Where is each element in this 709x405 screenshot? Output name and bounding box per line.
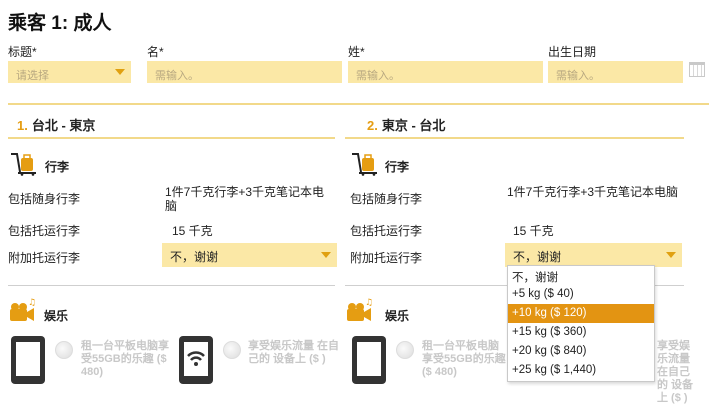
chevron-down-icon [321, 252, 331, 258]
segment-1-baggage-title: 行李 [45, 160, 70, 174]
passenger-title: 乘客 1: 成人 [8, 13, 112, 34]
tablet-icon [11, 336, 45, 384]
segment-2-extra-baggage-select[interactable]: 不，谢谢 [505, 243, 682, 267]
dropdown-option[interactable]: +5 kg ($ 40) [508, 285, 654, 304]
segment-2-extra-value: 不，谢谢 [513, 250, 562, 264]
extra-baggage-dropdown-list[interactable]: 不，谢谢 +5 kg ($ 40) +10 kg ($ 120) +15 kg … [507, 265, 655, 382]
calendar-icon[interactable] [689, 62, 705, 77]
segment-2-extra-label: 附加托运行李 [350, 251, 423, 265]
last-name-input[interactable]: 需输入。 [348, 61, 543, 83]
segment-1-title: 1. 台北 - 東京 [17, 115, 95, 134]
luggage-icon [11, 153, 36, 176]
segment-2-stream-text: 享受娱乐流量 在自己的 设备上 ($ ) [657, 340, 694, 404]
segment-1-route: 台北 - 東京 [31, 118, 96, 133]
segment-2-carry-on-value: 1件7千克行李+3千克笔记本电脑 [507, 185, 679, 199]
segment-1-separator [8, 285, 335, 286]
title-select-placeholder: 请选择 [16, 70, 49, 82]
segment-1-checked-value: 15 千克 [172, 224, 213, 238]
segment-1-carry-on-value: 1件7千克行李+3千克笔记本电脑 [165, 185, 325, 213]
segment-2-checked-value: 15 千克 [513, 224, 554, 238]
last-name-placeholder: 需输入。 [356, 70, 400, 82]
segment-1-number: 1. [17, 118, 28, 133]
dropdown-option[interactable]: +20 kg ($ 840) [508, 342, 654, 361]
segment-1-checked-label: 包括托运行李 [8, 224, 81, 238]
first-name-label: 名* [147, 45, 164, 59]
segment-1-entertainment-title: 娱乐 [44, 309, 69, 323]
chevron-down-icon [115, 69, 125, 75]
dropdown-option[interactable]: +25 kg ($ 1,440) [508, 361, 654, 380]
segment-2-rent-tablet-text: 租一台平板电脑享受55GB的乐趣 ($ 480) [422, 340, 506, 378]
tablet-icon [352, 336, 386, 384]
segment-2-route: 東京 - 台北 [381, 118, 446, 133]
segment-2-baggage-title: 行李 [385, 160, 410, 174]
segment-2-title: 2. 東京 - 台北 [367, 115, 445, 134]
segment-1-stream-text: 享受娱乐流量 在自己的 设备上 ($ ) [248, 340, 340, 365]
last-name-label: 姓* [348, 45, 365, 59]
dob-input[interactable]: 需输入。 [548, 61, 683, 83]
first-name-input[interactable]: 需输入。 [147, 61, 342, 83]
segment-2-checked-label: 包括托运行李 [350, 224, 423, 238]
dropdown-option[interactable]: +15 kg ($ 360) [508, 323, 654, 342]
music-camera-icon: ♫ [347, 298, 373, 321]
dob-placeholder: 需输入。 [556, 70, 600, 82]
segment-2-underline [345, 137, 684, 139]
segment-1-rent-tablet-text: 租一台平板电脑享受55GB的乐趣 ($ 480) [81, 340, 169, 378]
first-name-placeholder: 需输入。 [155, 70, 199, 82]
segment-1-stream-radio[interactable] [223, 341, 241, 359]
segment-1-extra-baggage-select[interactable]: 不，谢谢 [162, 243, 337, 267]
svg-text:♫: ♫ [28, 298, 36, 308]
segment-2-carry-on-label: 包括随身行李 [350, 192, 423, 206]
dob-label: 出生日期 [548, 45, 597, 59]
segment-1-rent-tablet-radio[interactable] [55, 341, 73, 359]
segment-1-carry-on-label: 包括随身行李 [8, 192, 81, 206]
music-camera-icon: ♫ [10, 298, 36, 321]
segment-2-entertainment-title: 娱乐 [385, 309, 410, 323]
svg-text:♫: ♫ [365, 298, 373, 308]
chevron-down-icon [666, 252, 676, 258]
segment-1-extra-label: 附加托运行李 [8, 251, 81, 265]
wifi-icon [179, 336, 213, 384]
segment-1-underline [8, 137, 335, 139]
dropdown-option-highlighted[interactable]: +10 kg ($ 120) [508, 304, 654, 323]
dropdown-option[interactable]: 不，谢谢 [508, 266, 654, 285]
title-select[interactable]: 请选择 [8, 61, 131, 83]
segment-1-extra-value: 不，谢谢 [170, 250, 219, 264]
segment-2-number: 2. [367, 118, 378, 133]
segment-2-rent-tablet-radio[interactable] [396, 341, 414, 359]
title-field-label: 标题* [8, 45, 37, 59]
section-divider [8, 103, 709, 105]
luggage-icon [352, 153, 377, 176]
